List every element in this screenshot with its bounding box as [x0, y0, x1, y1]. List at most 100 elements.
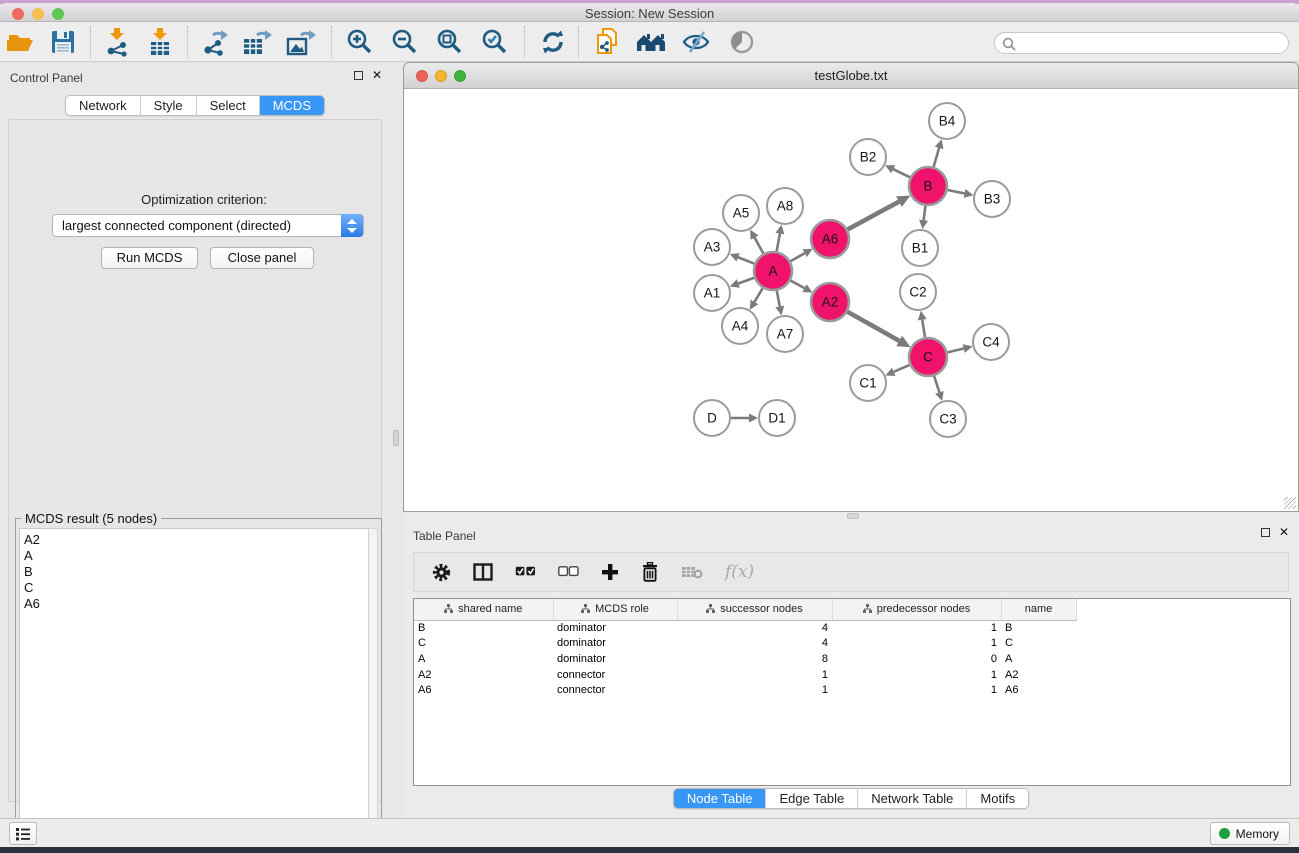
tab-network[interactable]: Network — [66, 96, 140, 115]
delete-column-button[interactable] — [641, 562, 659, 582]
graph-edge-A-A8[interactable] — [777, 234, 780, 252]
cell-shared-name[interactable]: A — [414, 651, 553, 667]
column-header-MCDS-role[interactable]: MCDS role — [553, 599, 677, 620]
table-row[interactable]: A6connector11A6 — [414, 682, 1084, 698]
zoom-fit-button[interactable] — [436, 25, 463, 59]
graph-node-C1[interactable]: C1 — [850, 365, 886, 401]
graph-node-B2[interactable]: B2 — [850, 139, 886, 175]
table-tab-network-table[interactable]: Network Table — [857, 789, 966, 808]
memory-button[interactable]: Memory — [1210, 822, 1290, 845]
graph-node-A6[interactable]: A6 — [811, 220, 849, 258]
result-item[interactable]: A — [24, 548, 369, 564]
graph-edge-A-A5[interactable] — [755, 238, 764, 254]
graph-edge-C-C4[interactable] — [947, 348, 963, 352]
function-builder-button[interactable]: f(x) — [725, 562, 754, 582]
splitter-grip[interactable] — [393, 430, 399, 446]
graph-edge-A-A4[interactable] — [754, 288, 762, 302]
horizontal-splitter[interactable] — [403, 512, 1299, 520]
hide-graphics-details-button[interactable] — [681, 25, 711, 59]
cell-name[interactable]: A — [1001, 651, 1076, 667]
table-row[interactable]: Bdominator41B — [414, 620, 1084, 636]
graph-edge-B-B1[interactable] — [924, 206, 926, 220]
zoom-out-button[interactable] — [391, 25, 418, 59]
eye-button[interactable] — [729, 25, 755, 59]
graph-node-C2[interactable]: C2 — [900, 274, 936, 310]
tab-select[interactable]: Select — [196, 96, 259, 115]
cell-shared-name[interactable]: B — [414, 620, 553, 636]
cell-name[interactable]: B — [1001, 620, 1076, 636]
close-panel-icon[interactable]: ✕ — [372, 70, 382, 80]
resize-corner-icon[interactable] — [1284, 497, 1296, 509]
task-history-button[interactable] — [9, 822, 37, 845]
cell-successor-nodes[interactable]: 4 — [677, 636, 832, 652]
close-panel-icon[interactable]: ✕ — [1279, 527, 1289, 537]
column-header-predecessor-nodes[interactable]: predecessor nodes — [832, 599, 1001, 620]
search-input[interactable] — [1021, 34, 1281, 52]
graph-edge-C-C2[interactable] — [922, 320, 925, 338]
cell-successor-nodes[interactable]: 4 — [677, 620, 832, 636]
column-header-shared-name[interactable]: shared name — [414, 599, 553, 620]
graph-node-A2[interactable]: A2 — [811, 283, 849, 321]
delete-table-button[interactable] — [681, 565, 703, 579]
graph-node-C4[interactable]: C4 — [973, 324, 1009, 360]
cell-MCDS-role[interactable]: dominator — [553, 651, 677, 667]
cell-predecessor-nodes[interactable]: 0 — [832, 651, 1001, 667]
import-network-button[interactable] — [103, 25, 131, 59]
column-header-name[interactable]: name — [1001, 599, 1076, 620]
table-row[interactable]: Cdominator41C — [414, 636, 1084, 652]
table-tab-motifs[interactable]: Motifs — [966, 789, 1028, 808]
result-item[interactable]: A2 — [24, 532, 369, 548]
clone-network-button[interactable] — [593, 25, 621, 59]
table-row[interactable]: Adominator80A — [414, 651, 1084, 667]
close-panel-button[interactable]: Close panel — [210, 247, 314, 269]
cell-MCDS-role[interactable]: connector — [553, 667, 677, 683]
table-tab-edge-table[interactable]: Edge Table — [765, 789, 857, 808]
select-all-button[interactable] — [515, 566, 536, 578]
graph-node-A[interactable]: A — [754, 252, 792, 290]
graph-edge-B-B3[interactable] — [948, 190, 965, 193]
apply-layout-button[interactable] — [540, 25, 566, 59]
graph-edge-A2-C[interactable] — [847, 312, 899, 341]
graph-edge-A-A7[interactable] — [777, 291, 780, 307]
save-session-button[interactable] — [50, 25, 76, 59]
graph-node-B4[interactable]: B4 — [929, 103, 965, 139]
graph-node-B[interactable]: B — [909, 167, 947, 205]
graph-node-D[interactable]: D — [694, 400, 730, 436]
graph-edge-A6-B[interactable] — [848, 202, 899, 230]
graph-edge-B-B4[interactable] — [934, 148, 940, 167]
graph-edge-A-A6[interactable] — [790, 253, 804, 261]
open-session-button[interactable] — [6, 25, 36, 59]
cell-successor-nodes[interactable]: 1 — [677, 682, 832, 698]
result-item[interactable]: A6 — [24, 596, 369, 612]
graph-node-C[interactable]: C — [909, 338, 947, 376]
graph-node-A1[interactable]: A1 — [694, 275, 730, 311]
graph-edge-A-A3[interactable] — [738, 257, 754, 263]
graph-node-C3[interactable]: C3 — [930, 401, 966, 437]
add-column-button[interactable] — [601, 563, 619, 581]
cell-successor-nodes[interactable]: 1 — [677, 667, 832, 683]
cell-name[interactable]: A6 — [1001, 682, 1076, 698]
zoom-selected-button[interactable] — [481, 25, 508, 59]
cell-predecessor-nodes[interactable]: 1 — [832, 667, 1001, 683]
import-table-button[interactable] — [146, 25, 174, 59]
column-header-successor-nodes[interactable]: successor nodes — [677, 599, 832, 620]
show-column-button[interactable] — [473, 563, 493, 581]
table-row[interactable]: A2connector11A2 — [414, 667, 1084, 683]
graph-node-A8[interactable]: A8 — [767, 188, 803, 224]
cell-name[interactable]: A2 — [1001, 667, 1076, 683]
float-panel-icon[interactable] — [1261, 528, 1270, 537]
result-item[interactable]: C — [24, 580, 369, 596]
cell-successor-nodes[interactable]: 8 — [677, 651, 832, 667]
result-item[interactable]: B — [24, 564, 369, 580]
cell-MCDS-role[interactable]: connector — [553, 682, 677, 698]
run-mcds-button[interactable]: Run MCDS — [101, 247, 198, 269]
graph-node-A5[interactable]: A5 — [723, 195, 759, 231]
cell-predecessor-nodes[interactable]: 1 — [832, 620, 1001, 636]
export-network-button[interactable] — [199, 25, 229, 59]
cell-MCDS-role[interactable]: dominator — [553, 636, 677, 652]
graph-edge-C-C3[interactable] — [934, 376, 939, 392]
cell-shared-name[interactable]: A2 — [414, 667, 553, 683]
graph-edge-C-C1[interactable] — [894, 365, 910, 372]
graph-node-A3[interactable]: A3 — [694, 229, 730, 265]
graph-node-B3[interactable]: B3 — [974, 181, 1010, 217]
